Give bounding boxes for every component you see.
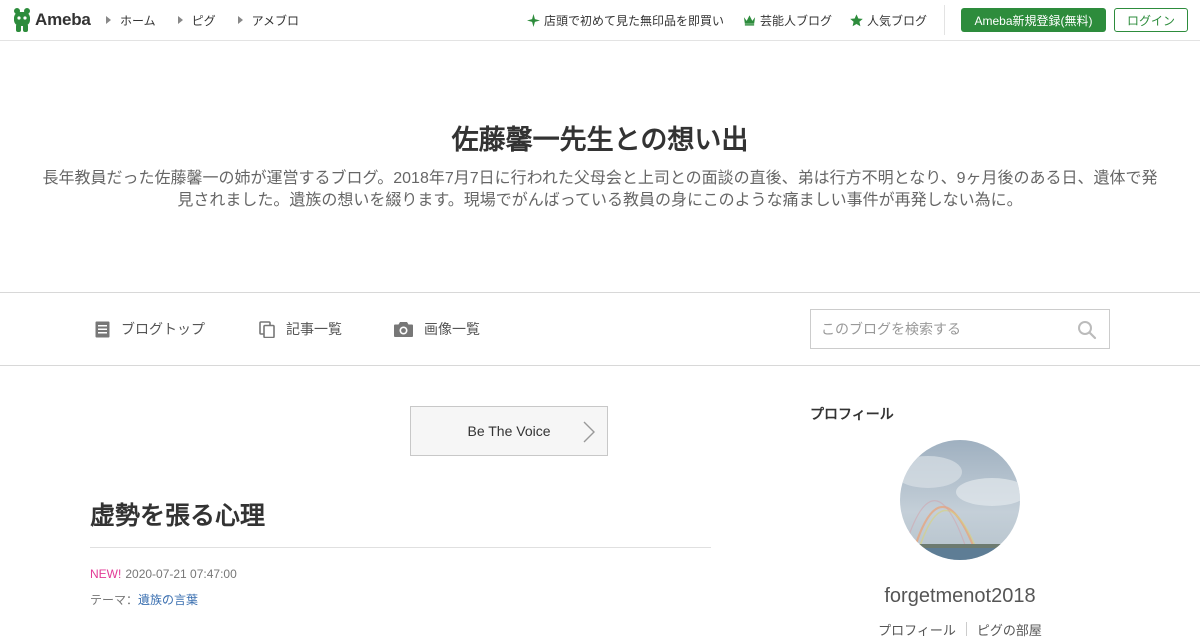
entry-date: 2020-07-21 07:47:00 <box>125 567 237 581</box>
promo-muji-label: 店頭で初めて見た無印品を即買い <box>544 13 725 28</box>
blog-description: 長年教員だった佐藤馨一の姉が運営するブログ。2018年7月7日に行われた父母会と… <box>42 170 1158 209</box>
ameba-mascot-icon <box>14 8 30 32</box>
nav-home[interactable]: ホーム <box>106 12 156 29</box>
triangle-right-icon <box>237 16 243 24</box>
blog-search <box>810 309 1110 349</box>
search-icon[interactable] <box>1077 320 1097 340</box>
promo-celebrity-blog-link[interactable]: 芸能人ブログ <box>743 0 832 40</box>
promo-muji-link[interactable]: 店頭で初めて見た無印品を即買い <box>527 0 724 40</box>
blog-nav: ブログトップ 記事一覧 画像一覧 <box>0 292 1200 366</box>
nav-home-label: ホーム <box>120 13 156 28</box>
copy-icon <box>259 320 275 338</box>
nav-pigg[interactable]: ピグ <box>177 12 216 29</box>
entry-divider <box>90 547 711 548</box>
be-the-voice-banner[interactable]: Be The Voice <box>410 406 608 456</box>
login-button[interactable]: ログイン <box>1114 8 1188 32</box>
crown-icon <box>743 15 756 26</box>
blog-nav-images[interactable]: 画像一覧 <box>394 293 480 365</box>
global-header: Ameba ホーム ピグ アメブロ 店頭で初めて見た無印品を即買い 芸能人ブログ <box>0 0 1200 41</box>
triangle-right-icon <box>177 16 183 24</box>
profile-heading: プロフィール <box>810 406 894 422</box>
avatar-rainbow-image <box>900 440 1020 560</box>
ameba-logo[interactable]: Ameba <box>12 7 91 33</box>
chevron-right-icon <box>583 421 595 443</box>
nav-pigg-label: ピグ <box>191 13 216 28</box>
profile-name[interactable]: forgetmenot2018 <box>810 585 1110 608</box>
entry-date-row: NEW! 2020-07-21 07:47:00 <box>90 567 237 581</box>
blog-title[interactable]: 佐藤馨一先生との想い出 <box>0 118 1200 157</box>
header-divider <box>944 5 945 35</box>
nav-ameblo[interactable]: アメブロ <box>237 12 300 29</box>
theme-label: テーマ： <box>90 593 139 607</box>
entry-theme-row: テーマ：遺族の言葉 <box>90 591 198 608</box>
star-icon <box>850 13 863 26</box>
logo-text: Ameba <box>35 10 91 29</box>
new-badge: NEW! <box>90 567 122 581</box>
sparkle-icon <box>527 13 540 27</box>
blog-nav-top[interactable]: ブログトップ <box>95 293 205 365</box>
promo-celebrity-label: 芸能人ブログ <box>760 13 833 28</box>
theme-link[interactable]: 遺族の言葉 <box>138 593 198 607</box>
blog-nav-images-label: 画像一覧 <box>424 321 480 337</box>
camera-icon <box>394 322 413 337</box>
promo-popular-label: 人気ブログ <box>867 13 928 28</box>
global-nav: ホーム ピグ アメブロ <box>106 0 321 40</box>
triangle-right-icon <box>106 16 111 24</box>
blog-search-input[interactable] <box>811 310 1071 348</box>
blog-nav-entries-label: 記事一覧 <box>286 321 342 337</box>
blog-nav-top-label: ブログトップ <box>121 321 205 337</box>
avatar[interactable] <box>900 440 1020 560</box>
be-the-voice-label: Be The Voice <box>467 423 551 439</box>
register-button[interactable]: Ameba新規登録(無料) <box>961 8 1106 32</box>
nav-ameblo-label: アメブロ <box>251 13 300 28</box>
entry-title[interactable]: 虚勢を張る心理 <box>90 496 265 532</box>
blog-nav-entries[interactable]: 記事一覧 <box>259 293 342 365</box>
promo-popular-blog-link[interactable]: 人気ブログ <box>850 0 927 40</box>
document-icon <box>95 321 110 337</box>
